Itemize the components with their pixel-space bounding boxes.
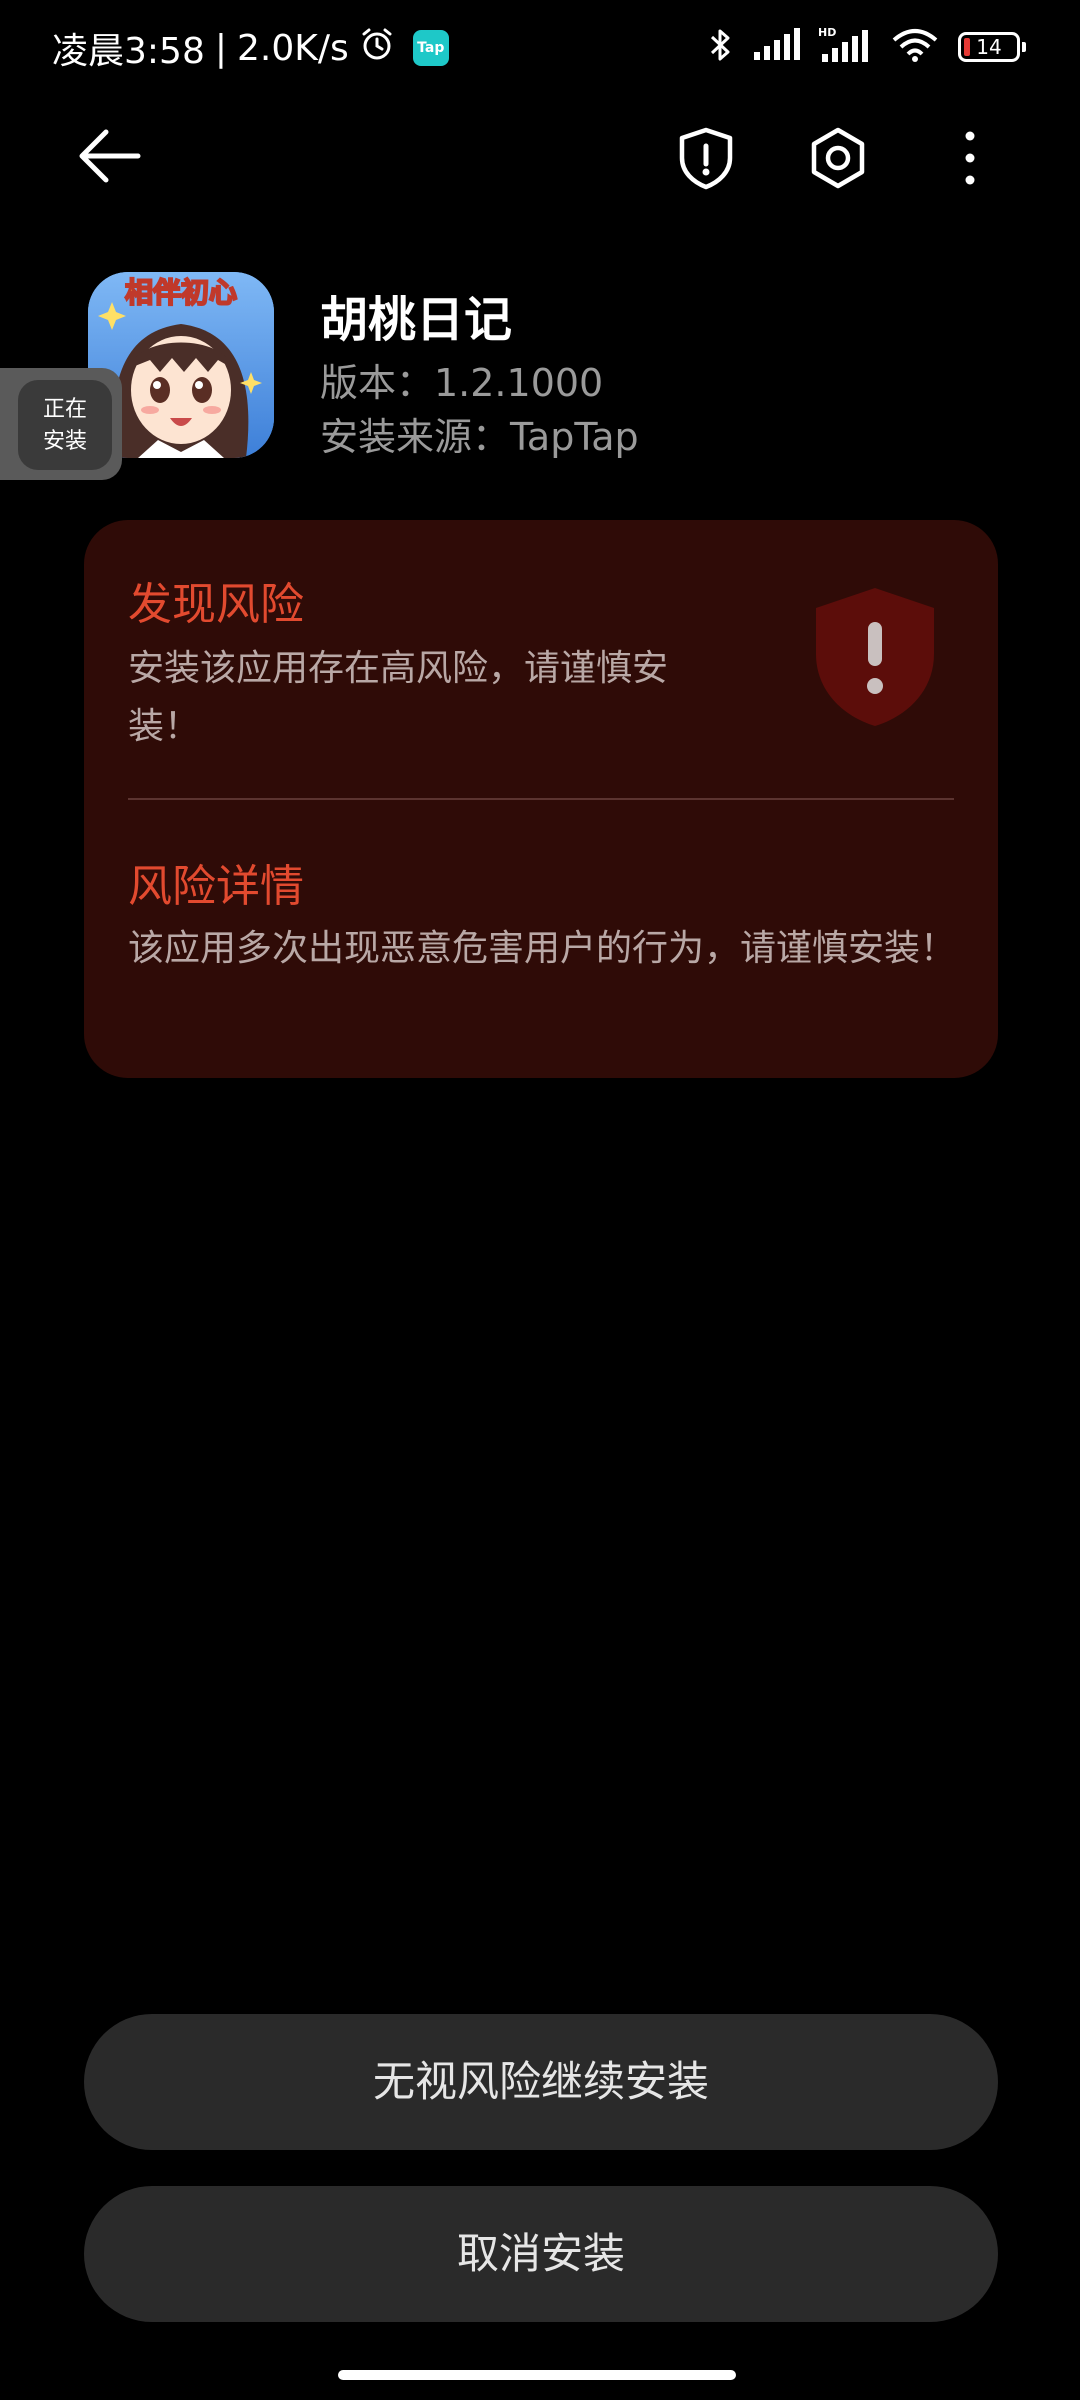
signal-icon (752, 28, 800, 66)
battery-icon: 14 (958, 32, 1026, 62)
status-time: 凌晨3:58 (52, 31, 205, 72)
risk-description: 安装该应用存在高风险，请谨慎安装！ (128, 648, 669, 747)
status-net-speed: 2.0K/s (236, 27, 349, 69)
risk-divider (128, 798, 954, 800)
more-options-button[interactable] (944, 124, 996, 192)
status-bar: 凌晨3:58 | 2.0K/s Tap HD 14 (0, 0, 1080, 100)
cancel-install-button[interactable]: 取消安装 (84, 2186, 998, 2322)
tap-icon: Tap (412, 30, 449, 66)
risk-detail-description: 该应用多次出现恶意危害用户的行为，请谨慎安装！ (128, 928, 957, 969)
svg-text:HD: HD (818, 26, 836, 39)
settings-icon (811, 127, 865, 189)
shield-alert-icon (679, 127, 733, 190)
battery-low-indicator (964, 38, 970, 56)
app-name: 胡桃日记 (320, 292, 513, 348)
ignore-risk-continue-install-button[interactable]: 无视风险继续安装 (84, 2014, 998, 2150)
alarm-icon (359, 26, 395, 71)
wifi-icon (890, 26, 940, 68)
app-source: 安装来源：TapTap (320, 415, 639, 459)
risk-card: 发现风险 安装该应用存在高风险，请谨慎安装！ 风险详情 该应用多次出现恶意危害用… (84, 520, 998, 1078)
home-indicator[interactable] (338, 2370, 736, 2380)
security-scan-button[interactable] (672, 124, 740, 192)
installing-floating-bubble[interactable]: 正在 安装 (0, 368, 122, 480)
installing-label: 正在 安装 (42, 397, 87, 454)
hd-signal-icon: HD (818, 26, 872, 68)
bluetooth-icon (708, 26, 734, 68)
more-vertical-icon (965, 131, 975, 185)
risk-detail-title: 风险详情 (128, 861, 304, 912)
status-separator: | (214, 27, 227, 69)
risk-title: 发现风险 (128, 579, 304, 630)
battery-level: 14 (976, 35, 1002, 59)
installing-thumbnail: 正在 安装 (18, 380, 112, 470)
back-arrow-icon (79, 129, 141, 183)
app-icon-text: 相伴初心 (125, 276, 237, 309)
back-button[interactable] (72, 124, 152, 188)
status-right: HD 14 (708, 26, 1026, 68)
settings-button[interactable] (804, 124, 872, 192)
risk-shield-icon (810, 584, 940, 730)
status-left: 凌晨3:58 | 2.0K/s Tap (52, 22, 449, 74)
app-version: 版本：1.2.1000 (320, 361, 604, 405)
